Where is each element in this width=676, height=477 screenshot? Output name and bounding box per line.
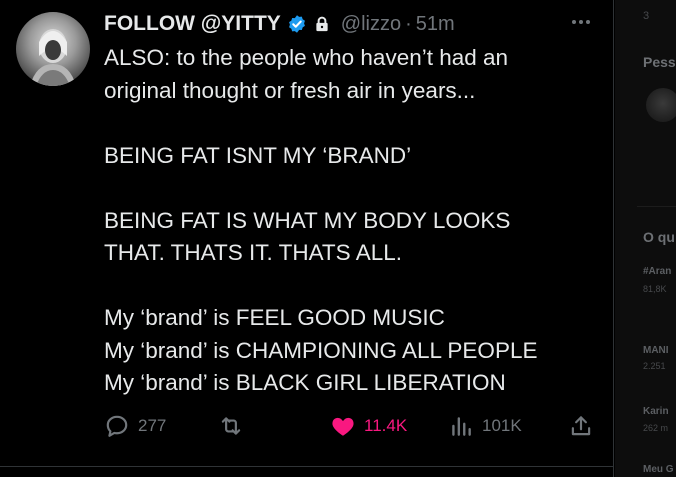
tweet-line: original thought or fresh air in years..… [104, 77, 476, 103]
views-count: 101K [482, 416, 522, 435]
sidebar-top-count: 3 [643, 10, 650, 22]
sidebar-trend-1-meta: 81,8K [643, 284, 667, 294]
heart-icon [332, 417, 354, 436]
separator-dot: · [405, 12, 412, 35]
sidebar-trend-2-count: 2.251 [643, 361, 666, 371]
sidebar-divider [637, 206, 676, 207]
tweet-line [104, 172, 604, 205]
app-frame: FOLLOW @YITTY @lizzo · 51m ALSO: to the … [0, 0, 676, 477]
like-button[interactable]: 11.4K [330, 408, 407, 444]
sidebar-trend-4[interactable]: Meu G [643, 464, 674, 475]
sidebar-trend-2[interactable]: MANI [643, 345, 669, 356]
tweet-line [104, 270, 604, 303]
tweet-line: THAT. THATS IT. THATS ALL. [104, 240, 402, 265]
timestamp[interactable]: 51m [416, 13, 455, 36]
tweet-line: BEING FAT ISNT MY ‘BRAND’ [104, 142, 412, 168]
avatar-image [30, 29, 76, 86]
sidebar-trend-3[interactable]: Karin [643, 406, 669, 417]
display-name[interactable]: FOLLOW @YITTY [104, 12, 281, 36]
tweet-line: BEING FAT IS WHAT MY BODY LOOKS [104, 207, 511, 233]
views-chart-icon [452, 417, 471, 436]
sidebar-trend-1[interactable]: #Aran [643, 266, 671, 277]
protected-lock-icon [316, 16, 328, 32]
tweet-header: FOLLOW @YITTY @lizzo · 51m [104, 8, 455, 40]
tweet-card[interactable]: FOLLOW @YITTY @lizzo · 51m ALSO: to the … [0, 0, 614, 477]
divider [0, 466, 614, 467]
reply-icon [106, 415, 128, 437]
tweet-actions: 277 11.4K 101K [104, 408, 600, 444]
tweet-line: My ‘brand’ is CHAMPIONING ALL PEOPLE [104, 337, 538, 363]
verified-badge-icon[interactable] [287, 14, 307, 34]
tweet-line: My ‘brand’ is FEEL GOOD MUSIC [104, 305, 445, 330]
handle[interactable]: @lizzo [341, 13, 401, 36]
sidebar-trend-3-count: 262 m [643, 423, 669, 433]
reply-count: 277 [138, 416, 167, 435]
right-sidebar: 3 Pess O qu #Aran 81,8K MANI 2.251 Karin… [615, 0, 676, 477]
sidebar-avatar[interactable] [646, 88, 676, 122]
like-count: 11.4K [364, 416, 408, 435]
tweet-text: ALSO: to the people who haven’t had an o… [104, 42, 604, 400]
views-button[interactable]: 101K [448, 408, 522, 444]
retweet-icon [221, 417, 241, 435]
retweet-button[interactable] [218, 408, 252, 444]
reply-button[interactable]: 277 [104, 408, 166, 444]
sidebar-heading-trends: O qu [643, 229, 675, 245]
tweet-line: ALSO: to the people who haven’t had an [104, 45, 509, 70]
more-options-icon[interactable] [566, 10, 596, 34]
tweet-line [104, 107, 604, 140]
sidebar-heading-people: Pess [643, 54, 676, 70]
avatar[interactable] [16, 12, 90, 86]
share-button[interactable] [568, 408, 602, 444]
tweet-line: My ‘brand’ is BLACK GIRL LIBERATION [104, 370, 506, 395]
share-icon [571, 416, 591, 436]
